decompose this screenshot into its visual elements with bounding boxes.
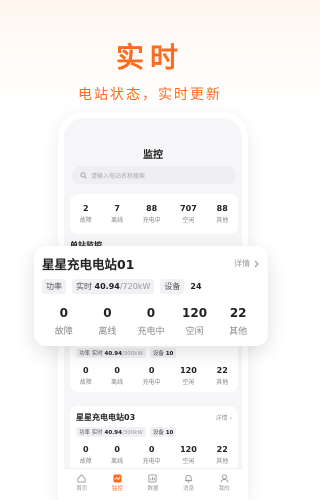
device-tag: 设备 [160, 279, 185, 294]
bell-icon [184, 474, 193, 483]
user-icon [220, 473, 229, 483]
data-icon [148, 473, 158, 483]
page-title: 监控 [143, 150, 163, 161]
summary-idle[interactable]: 707 空闲 [180, 204, 197, 224]
station-stats: 0 故障 0 离线 0 充电中 120 空闲 22 其他 [79, 445, 229, 465]
home-icon [77, 473, 86, 483]
search-icon [80, 171, 87, 179]
station-name: 星星充电电站01 [42, 257, 135, 272]
summary-charging[interactable]: 88 充电中 [143, 204, 161, 224]
summary-offline[interactable]: 7 离线 [111, 204, 123, 224]
tab-messages[interactable]: 消息 [183, 474, 194, 492]
station-stats: 0 故障 0 离线 0 充电中 120 空闲 22 其他 [42, 306, 260, 337]
search-input[interactable]: 请输入电站名称搜索 [72, 166, 236, 184]
tab-bar: 首页 监控 数据 消息 我的 [64, 468, 242, 496]
summary-fault[interactable]: 2 故障 [80, 204, 92, 224]
station-card-03[interactable]: 星星充电电站03 详情 › 功率 实时 40.94/300kW 设备 10 0故… [70, 406, 238, 471]
realtime-power-tag: 实时 40.94/720kW [72, 279, 155, 294]
status-summary: 2 故障 7 离线 88 充电中 707 空闲 88 其他 [70, 194, 238, 234]
station-name: 星星充电电站03 [76, 413, 136, 422]
power-tag: 功率 [42, 279, 66, 294]
stat-charging[interactable]: 0 充电中 [131, 306, 171, 337]
stat-idle[interactable]: 120 空闲 [175, 306, 215, 337]
stat-other[interactable]: 22 其他 [218, 306, 258, 337]
station-card-featured[interactable]: 星星充电电站01 详情 功率 实时 40.94/720kW 设备 24 0 故障 … [34, 246, 268, 346]
detail-link[interactable]: 详情 › [216, 413, 232, 422]
device-count-tag: 24 [190, 282, 202, 291]
monitor-icon [113, 473, 122, 483]
power-tag: 功率 实时 40.94/300kW [76, 427, 146, 437]
detail-link[interactable]: 详情 [234, 258, 260, 269]
tab-data[interactable]: 数据 [147, 473, 158, 492]
tab-monitor[interactable]: 监控 [112, 473, 123, 492]
stat-offline[interactable]: 0 离线 [87, 306, 127, 337]
stat-fault[interactable]: 0 故障 [44, 306, 84, 337]
device-tag: 设备 10 [149, 427, 177, 437]
tab-home[interactable]: 首页 [76, 473, 87, 492]
summary-other[interactable]: 88 其他 [216, 204, 228, 224]
station-stats: 0 故障 0 离线 0 充电中 120 空闲 22 其他 [79, 366, 229, 386]
tab-profile[interactable]: 我的 [219, 473, 230, 492]
chevron-right-icon [254, 260, 259, 267]
device-tag: 设备 10 [149, 348, 177, 358]
hero-title: 实时 [115, 41, 184, 74]
power-tag: 功率 实时 40.94/300kW [76, 348, 146, 358]
search-placeholder: 请输入电站名称搜索 [91, 172, 146, 180]
hero-subtitle: 电站状态，实时更新 [78, 87, 222, 103]
